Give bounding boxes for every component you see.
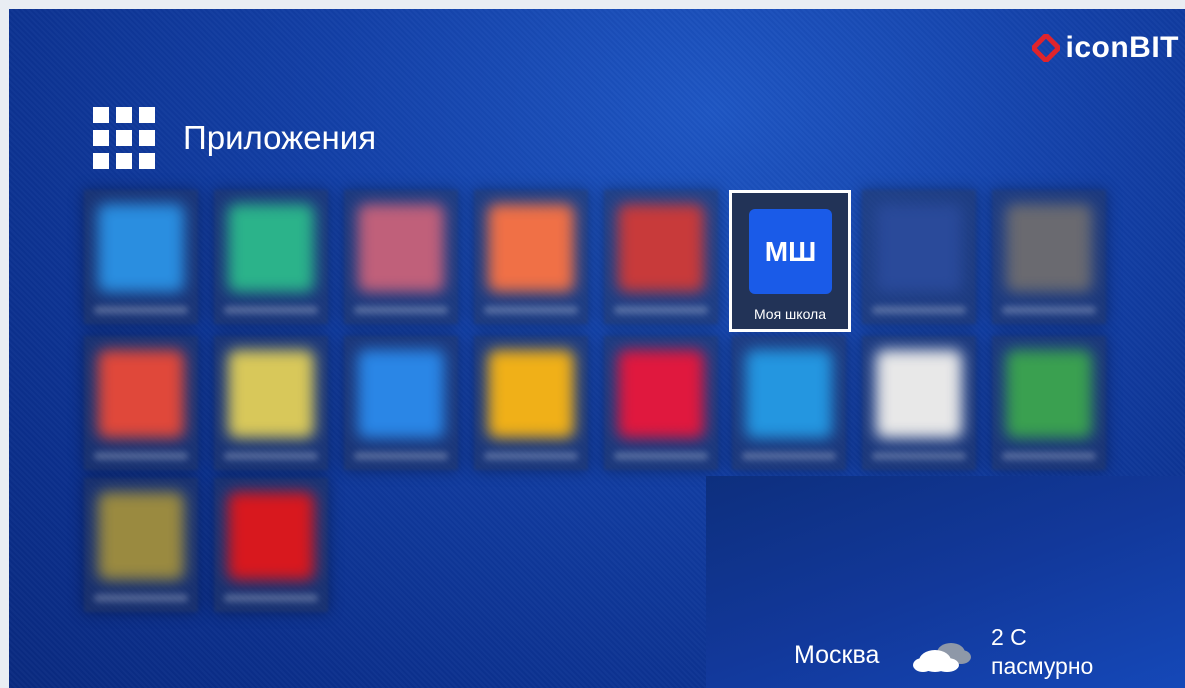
app-tile-label — [1002, 452, 1096, 460]
app-tile-label — [224, 452, 318, 460]
app-tile[interactable] — [992, 336, 1106, 470]
blurred-app-youtube-icon — [228, 492, 314, 580]
weather-temperature: 2 C — [991, 624, 1027, 650]
app-tile[interactable] — [474, 190, 588, 324]
app-tile-label — [484, 306, 578, 314]
blurred-app-blue-icon — [98, 204, 184, 292]
app-tile-label — [614, 306, 708, 314]
app-tile-label — [1002, 306, 1096, 314]
app-tile-label — [872, 306, 966, 314]
app-tile-label — [742, 452, 836, 460]
app-tile-label — [224, 306, 318, 314]
app-tile-label — [614, 452, 708, 460]
blurred-app-red-icon — [618, 204, 704, 292]
cloud-icon — [913, 643, 971, 672]
app-tile-label — [94, 452, 188, 460]
blurred-app-yellow-icon — [488, 350, 574, 438]
weather-city: Москва — [794, 641, 880, 669]
blurred-app-gallery-icon — [358, 204, 444, 292]
app-tile[interactable] — [862, 190, 976, 324]
app-tile[interactable] — [84, 190, 198, 324]
app-tile[interactable] — [84, 336, 198, 470]
app-tile[interactable] — [604, 190, 718, 324]
app-tile[interactable] — [84, 478, 198, 612]
app-tile[interactable] — [214, 190, 328, 324]
app-tile[interactable] — [214, 336, 328, 470]
weather-condition: пасмурно — [991, 653, 1094, 679]
weather-widget[interactable]: Москва 2 C пасмурно — [706, 476, 1185, 688]
app-tile-label — [354, 452, 448, 460]
blurred-app-dark-icon — [876, 204, 962, 292]
blurred-app-playstore-icon — [876, 350, 962, 438]
app-tile[interactable] — [214, 478, 328, 612]
blurred-app-files-icon — [358, 350, 444, 438]
app-tile-label — [484, 452, 578, 460]
app-tile[interactable] — [474, 336, 588, 470]
app-tile-label — [224, 594, 318, 602]
blurred-app-video-icon — [98, 350, 184, 438]
blurred-app-media-icon — [98, 492, 184, 580]
app-tile[interactable] — [732, 336, 846, 470]
app-tile-label — [354, 306, 448, 314]
blurred-app-maps-icon — [488, 204, 574, 292]
app-tile-label — [94, 306, 188, 314]
app-tile-label — [872, 452, 966, 460]
app-tile[interactable] — [992, 190, 1106, 324]
blurred-app-multicolor-icon — [1006, 350, 1092, 438]
app-tile[interactable] — [604, 336, 718, 470]
app-tile[interactable] — [862, 336, 976, 470]
my-school-icon: МШ — [749, 209, 832, 294]
blurred-app-ivi-icon — [618, 350, 704, 438]
blurred-app-green-icon — [228, 204, 314, 292]
blurred-app-chrome-icon — [228, 350, 314, 438]
app-tile[interactable] — [344, 190, 458, 324]
blurred-app-clock-icon — [1006, 204, 1092, 292]
app-tile[interactable] — [344, 336, 458, 470]
home-screen: iconBIT Приложения МШ Моя школа Москва 2… — [9, 9, 1185, 688]
app-tile-label: Моя школа — [753, 306, 827, 322]
app-tile-my-school[interactable]: МШ Моя школа — [729, 190, 851, 332]
blurred-app-lightblue-icon — [746, 350, 832, 438]
app-tile-label — [94, 594, 188, 602]
